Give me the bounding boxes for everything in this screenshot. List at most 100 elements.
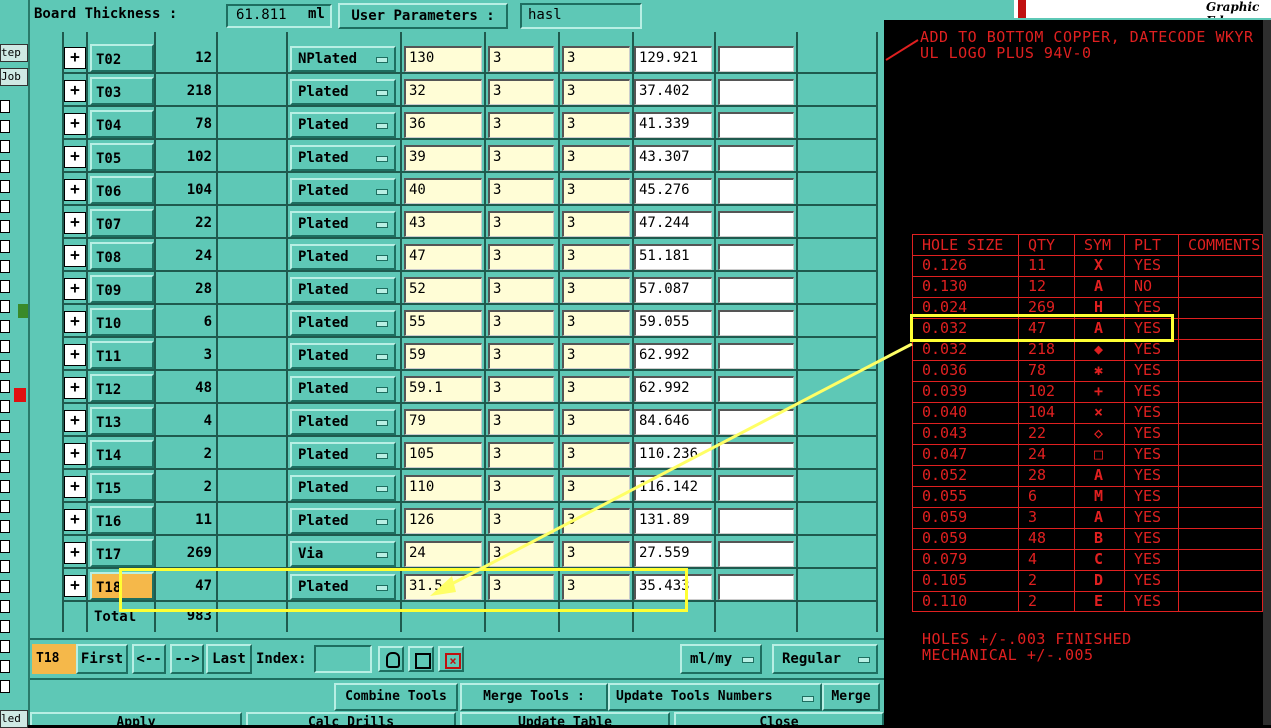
tool-number-button[interactable]: T11 — [90, 341, 154, 369]
drill-size-field[interactable]: 105 — [404, 442, 482, 468]
tolerance-minus-field[interactable]: 3 — [562, 277, 630, 303]
side-checkbox[interactable] — [0, 440, 10, 453]
tolerance-plus-field[interactable]: 3 — [488, 475, 554, 501]
tolerance-minus-field[interactable]: 3 — [562, 79, 630, 105]
comment-field[interactable] — [718, 211, 794, 237]
finished-size-field[interactable]: 57.087 — [634, 277, 712, 303]
finished-size-field[interactable]: 131.89 — [634, 508, 712, 534]
expand-icon[interactable]: + — [64, 575, 86, 597]
expand-icon[interactable]: + — [64, 278, 86, 300]
side-checkbox[interactable] — [0, 520, 10, 533]
drill-size-field[interactable]: 39 — [404, 145, 482, 171]
tolerance-plus-field[interactable]: 3 — [488, 112, 554, 138]
side-checkbox[interactable] — [0, 420, 10, 433]
plating-dropdown[interactable]: Plated — [290, 244, 396, 270]
side-checkbox[interactable] — [0, 200, 10, 213]
tool-number-button[interactable]: T05 — [90, 143, 154, 171]
comment-field[interactable] — [718, 310, 794, 336]
mode-dropdown[interactable]: Regular — [772, 644, 878, 674]
tolerance-minus-field[interactable]: 3 — [562, 145, 630, 171]
side-checkbox[interactable] — [0, 540, 10, 553]
expand-icon[interactable]: + — [64, 311, 86, 333]
expand-icon[interactable]: + — [64, 113, 86, 135]
side-checkbox[interactable] — [0, 640, 10, 653]
side-checkbox[interactable] — [0, 120, 10, 133]
tool-number-button[interactable]: T17 — [90, 539, 154, 567]
drill-size-field[interactable]: 36 — [404, 112, 482, 138]
comment-field[interactable] — [718, 112, 794, 138]
user-parameters-button[interactable]: User Parameters : — [338, 3, 508, 29]
side-checkbox[interactable] — [0, 600, 10, 613]
plating-dropdown[interactable]: Plated — [290, 79, 396, 105]
finished-size-field[interactable]: 51.181 — [634, 244, 712, 270]
finished-size-field[interactable]: 110.236 — [634, 442, 712, 468]
tolerance-minus-field[interactable]: 3 — [562, 310, 630, 336]
side-checkbox[interactable] — [0, 220, 10, 233]
plating-dropdown[interactable]: Plated — [290, 211, 396, 237]
comment-field[interactable] — [718, 442, 794, 468]
finished-size-field[interactable]: 116.142 — [634, 475, 712, 501]
merge-button[interactable]: Merge — [822, 683, 880, 711]
finished-size-field[interactable]: 47.244 — [634, 211, 712, 237]
expand-icon[interactable]: + — [64, 146, 86, 168]
plating-dropdown[interactable]: Plated — [290, 343, 396, 369]
user-parameters-field[interactable]: hasl — [520, 3, 642, 29]
comment-field[interactable] — [718, 277, 794, 303]
tolerance-minus-field[interactable]: 3 — [562, 46, 630, 72]
finished-size-field[interactable]: 129.921 — [634, 46, 712, 72]
update-tools-numbers-dropdown[interactable]: Update Tools Numbers — [608, 683, 822, 711]
plating-dropdown[interactable]: Plated — [290, 376, 396, 402]
comment-field[interactable] — [718, 79, 794, 105]
tolerance-minus-field[interactable]: 3 — [562, 541, 630, 567]
tolerance-minus-field[interactable]: 3 — [562, 508, 630, 534]
side-checkbox[interactable] — [0, 680, 10, 693]
side-checkbox[interactable] — [0, 280, 10, 293]
tolerance-plus-field[interactable]: 3 — [488, 277, 554, 303]
comment-field[interactable] — [718, 46, 794, 72]
index-input[interactable] — [314, 645, 372, 673]
side-checkbox[interactable] — [0, 560, 10, 573]
previous-button[interactable]: <-- — [132, 644, 166, 674]
tolerance-plus-field[interactable]: 3 — [488, 376, 554, 402]
tool-number-button[interactable]: T04 — [90, 110, 154, 138]
plating-dropdown[interactable]: Plated — [290, 310, 396, 336]
tolerance-plus-field[interactable]: 3 — [488, 145, 554, 171]
update-table-button[interactable]: Update Table — [460, 712, 670, 725]
drill-size-field[interactable]: 43 — [404, 211, 482, 237]
comment-field[interactable] — [718, 145, 794, 171]
tolerance-plus-field[interactable]: 3 — [488, 211, 554, 237]
finished-size-field[interactable]: 27.559 — [634, 541, 712, 567]
tolerance-minus-field[interactable]: 3 — [562, 442, 630, 468]
comment-field[interactable] — [718, 475, 794, 501]
side-checkbox[interactable] — [0, 240, 10, 253]
drill-size-field[interactable]: 47 — [404, 244, 482, 270]
plating-dropdown[interactable]: Plated — [290, 178, 396, 204]
side-checkbox[interactable] — [0, 400, 10, 413]
tool-number-button[interactable]: T13 — [90, 407, 154, 435]
units-dropdown[interactable]: ml/my — [680, 644, 762, 674]
comment-field[interactable] — [718, 541, 794, 567]
drill-size-field[interactable]: 59.1 — [404, 376, 482, 402]
finished-size-field[interactable]: 37.402 — [634, 79, 712, 105]
plating-dropdown[interactable]: Plated — [290, 442, 396, 468]
tolerance-plus-field[interactable]: 3 — [488, 244, 554, 270]
tool-number-button[interactable]: T15 — [90, 473, 154, 501]
apply-button[interactable]: Apply — [30, 712, 242, 725]
expand-icon[interactable]: + — [64, 179, 86, 201]
drill-size-field[interactable]: 79 — [404, 409, 482, 435]
plating-dropdown[interactable]: Plated — [290, 145, 396, 171]
plating-dropdown[interactable]: Plated — [290, 475, 396, 501]
merge-tools-label-button[interactable]: Merge Tools : — [460, 683, 608, 711]
tool-number-button[interactable]: T16 — [90, 506, 154, 534]
tolerance-minus-field[interactable]: 3 — [562, 409, 630, 435]
side-checkbox[interactable] — [0, 260, 10, 273]
finished-size-field[interactable]: 45.276 — [634, 178, 712, 204]
drill-size-field[interactable]: 40 — [404, 178, 482, 204]
side-checkbox[interactable] — [0, 660, 10, 673]
step-button[interactable]: tep — [0, 44, 28, 62]
tolerance-minus-field[interactable]: 3 — [562, 475, 630, 501]
last-button[interactable]: Last — [206, 644, 252, 674]
tool-number-button[interactable]: T08 — [90, 242, 154, 270]
side-checkbox[interactable] — [0, 620, 10, 633]
delete-icon[interactable]: × — [438, 646, 464, 672]
